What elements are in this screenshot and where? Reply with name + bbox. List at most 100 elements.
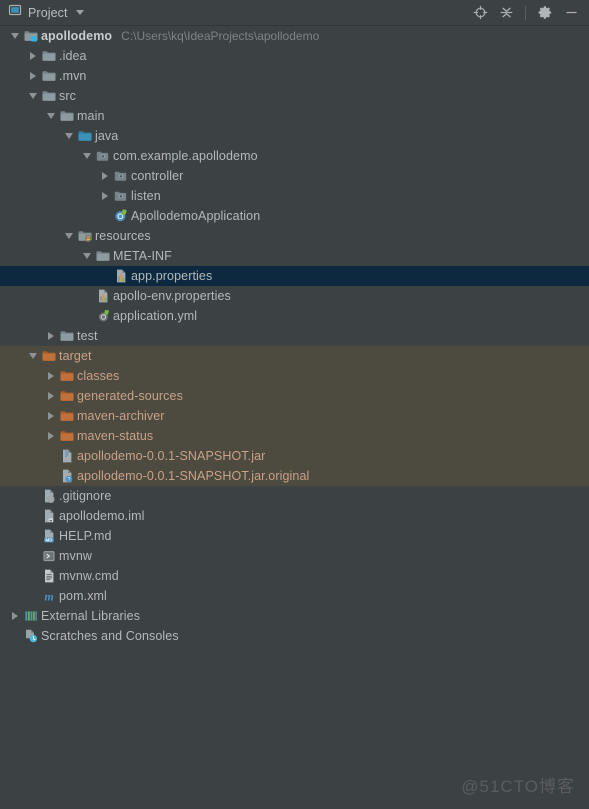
tree-row-iml[interactable]: apollodemo.iml <box>0 506 589 526</box>
package-icon <box>93 146 113 166</box>
tree-row-classes[interactable]: classes <box>0 366 589 386</box>
tree-row-scratches[interactable]: Scratches and Consoles <box>0 626 589 646</box>
tool-window-title-group[interactable]: Project <box>8 3 84 22</box>
toolbar-separator <box>525 5 526 20</box>
tree-row-label: java <box>95 129 119 143</box>
tree-row-label: pom.xml <box>59 589 107 603</box>
project-view-icon <box>8 3 22 22</box>
expand-arrow-right-icon[interactable] <box>26 66 39 86</box>
tree-row-jar[interactable]: apollodemo-0.0.1-SNAPSHOT.jar <box>0 446 589 466</box>
tree-row-pkg-controller[interactable]: controller <box>0 166 589 186</box>
tree-row-app-properties[interactable]: app.properties <box>0 266 589 286</box>
expand-arrow-spacer <box>26 586 39 606</box>
tree-row-label: .mvn <box>59 69 87 83</box>
tree-row-gitignore[interactable]: .gitignore <box>0 486 589 506</box>
expand-arrow-down-icon[interactable] <box>62 226 75 246</box>
hide-minimize-icon[interactable] <box>559 2 583 24</box>
libraries-icon <box>21 606 41 626</box>
tree-row-test[interactable]: test <box>0 326 589 346</box>
project-tool-window: Project apollodemo C:\Users\kq\IdeaProje… <box>0 0 589 809</box>
tool-window-actions <box>468 2 583 24</box>
tree-row-mvnw-cmd[interactable]: mvnw.cmd <box>0 566 589 586</box>
text-file-icon <box>39 566 59 586</box>
tree-row-pom-xml[interactable]: m pom.xml <box>0 586 589 606</box>
tree-row-label: main <box>77 109 105 123</box>
tree-row-label: META-INF <box>113 249 172 263</box>
expand-arrow-right-icon[interactable] <box>44 326 57 346</box>
tree-row-maven-status[interactable]: maven-status <box>0 426 589 446</box>
tree-row-label: listen <box>131 189 161 203</box>
tree-row-label: maven-archiver <box>77 409 165 423</box>
folder-gray-icon <box>39 46 59 66</box>
expand-arrow-down-icon[interactable] <box>62 126 75 146</box>
tree-row-label: ApollodemoApplication <box>131 209 261 223</box>
tree-row-maven-archiver[interactable]: maven-archiver <box>0 406 589 426</box>
svg-text:MD: MD <box>45 537 53 542</box>
expand-arrow-right-icon[interactable] <box>98 166 111 186</box>
expand-arrow-down-icon[interactable] <box>26 86 39 106</box>
tree-row-label: mvnw.cmd <box>59 569 119 583</box>
expand-arrow-right-icon[interactable] <box>98 186 111 206</box>
tree-row-pkg-listen[interactable]: listen <box>0 186 589 206</box>
tree-row-meta-inf[interactable]: META-INF <box>0 246 589 266</box>
tree-row-label: test <box>77 329 98 343</box>
tree-row-help-md[interactable]: MD HELP.md <box>0 526 589 546</box>
tree-row-main[interactable]: main <box>0 106 589 126</box>
chevron-down-icon[interactable] <box>75 10 84 15</box>
markdown-file-icon: MD <box>39 526 59 546</box>
tree-row-label: Scratches and Consoles <box>41 629 179 643</box>
tree-row-application-yml[interactable]: application.yml <box>0 306 589 326</box>
tree-row-pkg-root[interactable]: com.example.apollodemo <box>0 146 589 166</box>
expand-arrow-right-icon[interactable] <box>44 406 57 426</box>
tree-row-src[interactable]: src <box>0 86 589 106</box>
expand-arrow-right-icon[interactable] <box>26 46 39 66</box>
expand-arrow-down-icon[interactable] <box>44 106 57 126</box>
expand-arrow-right-icon[interactable] <box>8 606 21 626</box>
folder-sources-blue-icon <box>75 126 95 146</box>
expand-arrow-down-icon[interactable] <box>80 246 93 266</box>
tree-row-jar-original[interactable]: ? apollodemo-0.0.1-SNAPSHOT.jar.original <box>0 466 589 486</box>
svg-text:?: ? <box>68 477 71 483</box>
tree-row-label: resources <box>95 229 151 243</box>
expand-arrow-spacer <box>8 626 21 646</box>
tree-row-label: maven-status <box>77 429 154 443</box>
expand-arrow-down-icon[interactable] <box>80 146 93 166</box>
tree-row-idea[interactable]: .idea <box>0 46 589 66</box>
expand-arrow-right-icon[interactable] <box>44 386 57 406</box>
tree-row-external-libs[interactable]: External Libraries <box>0 606 589 626</box>
package-icon <box>111 186 131 206</box>
scratches-icon <box>21 626 41 646</box>
tree-row-generated-sources[interactable]: generated-sources <box>0 386 589 406</box>
folder-resources-icon <box>75 226 95 246</box>
module-file-icon <box>39 506 59 526</box>
expand-arrow-spacer <box>80 286 93 306</box>
tree-row-mvnw[interactable]: mvnw <box>0 546 589 566</box>
expand-arrow-right-icon[interactable] <box>44 426 57 446</box>
spring-yaml-file-icon <box>93 306 113 326</box>
settings-gear-icon[interactable] <box>533 2 557 24</box>
tree-row-apollo-env[interactable]: apollo-env.properties <box>0 286 589 306</box>
expand-arrow-right-icon[interactable] <box>44 366 57 386</box>
tree-row-label: classes <box>77 369 120 383</box>
tree-row-app-class[interactable]: ApollodemoApplication <box>0 206 589 226</box>
tree-row-label: target <box>59 349 92 363</box>
ignored-file-icon <box>39 486 59 506</box>
expand-arrow-spacer <box>98 266 111 286</box>
collapse-all-icon[interactable] <box>494 2 518 24</box>
tree-row-apollodemo[interactable]: apollodemo C:\Users\kq\IdeaProjects\apoll… <box>0 26 589 46</box>
tree-row-target[interactable]: target <box>0 346 589 366</box>
tree-row-label: com.example.apollodemo <box>113 149 258 163</box>
expand-arrow-down-icon[interactable] <box>8 26 21 46</box>
tree-row-mvn[interactable]: .mvn <box>0 66 589 86</box>
tree-row-label: apollodemo-0.0.1-SNAPSHOT.jar.original <box>77 469 310 483</box>
maven-pom-icon: m <box>39 586 59 606</box>
project-tree[interactable]: apollodemo C:\Users\kq\IdeaProjects\apoll… <box>0 26 589 809</box>
expand-arrow-spacer <box>26 486 39 506</box>
tool-window-title: Project <box>28 5 68 20</box>
select-opened-file-icon[interactable] <box>468 2 492 24</box>
tool-window-header: Project <box>0 0 589 26</box>
tree-row-java[interactable]: java <box>0 126 589 146</box>
tree-row-resources[interactable]: resources <box>0 226 589 246</box>
package-icon <box>111 166 131 186</box>
expand-arrow-down-icon[interactable] <box>26 346 39 366</box>
